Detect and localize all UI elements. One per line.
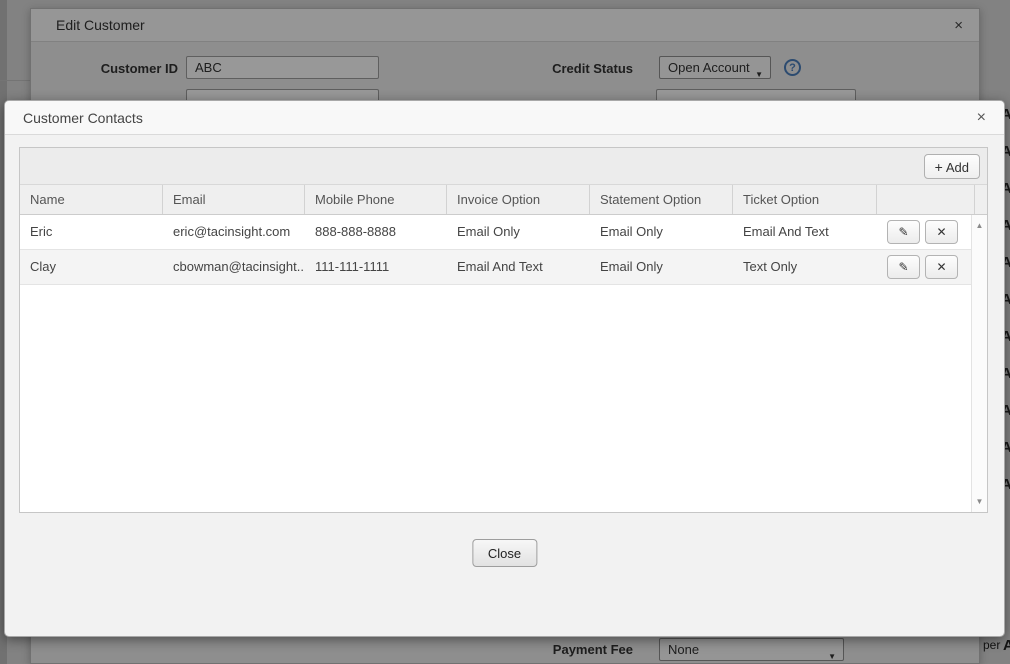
screen: Edit Customer × Customer ID ABC Credit S… bbox=[0, 0, 1010, 664]
column-header-name[interactable]: Name bbox=[20, 185, 163, 214]
close-icon: ✕ bbox=[936, 260, 947, 274]
cell-name: Eric bbox=[30, 224, 53, 239]
vertical-scrollbar[interactable]: ▲ ▼ bbox=[971, 215, 987, 512]
cell-actions: ✎ ✕ bbox=[877, 215, 975, 249]
customer-contacts-titlebar: Customer Contacts × bbox=[5, 101, 1004, 135]
delete-row-button[interactable]: ✕ bbox=[925, 220, 958, 244]
column-header-statement[interactable]: Statement Option bbox=[590, 185, 733, 214]
close-icon: ✕ bbox=[936, 225, 947, 239]
cell-mobile: 111-111-1111 bbox=[315, 259, 390, 274]
column-header-invoice[interactable]: Invoice Option bbox=[447, 185, 590, 214]
edit-row-button[interactable]: ✎ bbox=[887, 220, 920, 244]
dialog-title: Customer Contacts bbox=[23, 110, 143, 126]
table-header-row: Name Email Mobile Phone Invoice Option S… bbox=[20, 185, 987, 215]
column-header-actions bbox=[877, 185, 975, 214]
delete-row-button[interactable]: ✕ bbox=[925, 255, 958, 279]
plus-icon: + bbox=[934, 158, 943, 175]
contacts-grid: + Add Name Email Mobile Phone Invoice Opt… bbox=[19, 147, 988, 513]
cell-mobile: 888-888-8888 bbox=[315, 224, 396, 239]
cell-email: cbowman@tacinsight... bbox=[173, 259, 305, 274]
customer-contacts-dialog: Customer Contacts × + Add Name Email Mobi… bbox=[4, 100, 1005, 637]
scroll-down-icon[interactable]: ▼ bbox=[976, 497, 984, 506]
cell-invoice: Email And Text bbox=[457, 259, 543, 274]
cell-statement: Email Only bbox=[600, 259, 663, 274]
cell-ticket: Email And Text bbox=[743, 224, 829, 239]
column-header-email[interactable]: Email bbox=[163, 185, 305, 214]
column-header-mobile[interactable]: Mobile Phone bbox=[305, 185, 447, 214]
column-header-ticket[interactable]: Ticket Option bbox=[733, 185, 877, 214]
close-dialog-button[interactable]: Close bbox=[471, 539, 538, 567]
pencil-icon: ✎ bbox=[898, 225, 909, 239]
scroll-up-icon[interactable]: ▲ bbox=[976, 221, 984, 230]
header-filler bbox=[975, 185, 987, 214]
cell-name: Clay bbox=[30, 259, 57, 274]
close-icon[interactable]: × bbox=[973, 108, 990, 128]
cell-actions: ✎ ✕ bbox=[877, 250, 975, 284]
pencil-icon: ✎ bbox=[898, 260, 909, 274]
cell-ticket: Text Only bbox=[743, 259, 798, 274]
cell-email: eric@tacinsight.com bbox=[173, 224, 291, 239]
edit-row-button[interactable]: ✎ bbox=[887, 255, 920, 279]
table-row[interactable]: Eric eric@tacinsight.com 888-888-8888 Em… bbox=[20, 215, 987, 250]
grid-toolbar: + Add bbox=[20, 148, 987, 185]
table-row[interactable]: Clay cbowman@tacinsight... 111-111-1111 … bbox=[20, 250, 987, 285]
cell-statement: Email Only bbox=[600, 224, 663, 239]
add-button-label: Add bbox=[945, 159, 969, 175]
cell-invoice: Email Only bbox=[457, 224, 520, 239]
table-body: Eric eric@tacinsight.com 888-888-8888 Em… bbox=[20, 215, 987, 512]
add-contact-button[interactable]: + Add bbox=[923, 154, 980, 179]
